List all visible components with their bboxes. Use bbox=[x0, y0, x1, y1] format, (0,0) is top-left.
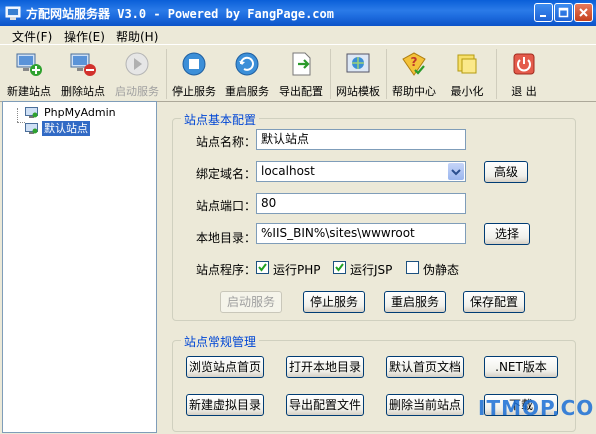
delete-current-site-button[interactable]: 删除当前站点 bbox=[386, 394, 464, 416]
dotnet-version-button[interactable]: .NET版本 bbox=[484, 356, 558, 378]
pseudo-static-label: 伪静态 bbox=[423, 263, 460, 277]
close-window-button[interactable] bbox=[574, 3, 593, 22]
tree-item-label: 默认站点 bbox=[42, 121, 90, 136]
tree-item-label: PhpMyAdmin bbox=[44, 106, 116, 119]
chevron-down-icon bbox=[451, 169, 461, 176]
new-virtual-dir-button[interactable]: 新建虚拟目录 bbox=[186, 394, 264, 416]
stop-icon bbox=[182, 52, 206, 76]
tool-label: 启动服务 bbox=[115, 85, 159, 98]
restart-service-form-button[interactable]: 重启服务 bbox=[384, 291, 446, 313]
export-icon bbox=[292, 52, 311, 76]
exit-icon bbox=[513, 53, 535, 75]
site-icon bbox=[25, 123, 38, 134]
export-config-button[interactable]: 导出配置 bbox=[274, 49, 328, 99]
menu-bar: 文件(F) 操作(E) 帮助(H) bbox=[0, 26, 596, 44]
domain-label: 绑定域名： bbox=[196, 167, 257, 181]
restart-service-button[interactable]: 重启服务 bbox=[220, 49, 274, 99]
check-icon bbox=[258, 263, 267, 272]
tool-label: 删除站点 bbox=[61, 85, 105, 98]
minimize-app-button[interactable]: 最小化 bbox=[440, 49, 494, 99]
browse-homepage-button[interactable]: 浏览站点首页 bbox=[186, 356, 264, 378]
exit-button[interactable]: 退 出 bbox=[496, 49, 551, 99]
minimize-window-button[interactable] bbox=[534, 3, 553, 22]
window-title: 方配网站服务器 V3.0 - Powered by FangPage.com bbox=[26, 7, 334, 21]
program-label: 站点程序： bbox=[196, 263, 257, 277]
tree-connector bbox=[17, 108, 18, 122]
dropdown-button[interactable] bbox=[448, 163, 464, 180]
svg-text:?: ? bbox=[411, 55, 418, 69]
stop-service-form-button[interactable]: 停止服务 bbox=[303, 291, 365, 313]
export-config-file-button[interactable]: 导出配置文件 bbox=[286, 394, 364, 416]
group-title: 站点常规管理 bbox=[181, 333, 260, 350]
start-service-button[interactable]: 启动服务 bbox=[110, 49, 164, 99]
site-tree[interactable]: PhpMyAdmin 默认站点 bbox=[2, 101, 157, 433]
tool-label: 网站模板 bbox=[336, 85, 380, 98]
run-php-label: 运行PHP bbox=[273, 263, 321, 277]
port-label: 站点端口： bbox=[196, 199, 257, 213]
template-icon bbox=[346, 53, 370, 73]
help-icon: ? bbox=[402, 52, 426, 76]
maximize-icon bbox=[558, 7, 569, 18]
menu-operation[interactable]: 操作(E) bbox=[64, 28, 105, 45]
play-icon bbox=[125, 52, 149, 76]
tree-connector bbox=[17, 122, 25, 123]
app-icon bbox=[5, 6, 21, 20]
restart-icon bbox=[235, 52, 259, 76]
close-icon bbox=[579, 8, 588, 17]
pseudo-static-checkbox[interactable] bbox=[406, 261, 419, 274]
maximize-window-button[interactable] bbox=[554, 3, 573, 22]
run-jsp-checkbox[interactable] bbox=[333, 261, 346, 274]
menu-help[interactable]: 帮助(H) bbox=[116, 28, 158, 45]
tool-label: 最小化 bbox=[450, 85, 484, 98]
toolbar: 新建站点 删除站点 启动服务 停止服务 重启服务 导出配置 网站模板 ? 帮助中… bbox=[0, 44, 596, 102]
new-site-icon bbox=[16, 53, 42, 76]
site-icon bbox=[25, 107, 38, 118]
help-center-button[interactable]: ? 帮助中心 bbox=[386, 49, 441, 99]
save-config-button[interactable]: 保存配置 bbox=[463, 291, 525, 313]
site-template-button[interactable]: 网站模板 bbox=[330, 49, 385, 99]
menu-file[interactable]: 文件(F) bbox=[12, 28, 52, 45]
delete-site-button[interactable]: 删除站点 bbox=[56, 49, 110, 99]
app-window: 方配网站服务器 V3.0 - Powered by FangPage.com 文… bbox=[0, 0, 596, 434]
new-site-button[interactable]: 新建站点 bbox=[2, 49, 56, 99]
dir-input[interactable]: %IIS_BIN%\sites\wwwroot bbox=[256, 223, 466, 244]
start-service-form-button[interactable]: 启动服务 bbox=[220, 291, 282, 313]
domain-combobox[interactable]: localhost bbox=[256, 161, 466, 182]
tool-label: 导出配置 bbox=[279, 85, 323, 98]
group-title: 站点基本配置 bbox=[181, 111, 260, 128]
dir-label: 本地目录： bbox=[196, 231, 257, 245]
check-icon bbox=[335, 263, 344, 272]
watermark: ITMOP.COM bbox=[478, 396, 596, 420]
default-doc-button[interactable]: 默认首页文档 bbox=[386, 356, 464, 378]
domain-value: localhost bbox=[261, 164, 315, 178]
site-name-label: 站点名称： bbox=[196, 135, 257, 149]
stop-service-button[interactable]: 停止服务 bbox=[166, 49, 221, 99]
run-php-checkbox[interactable] bbox=[256, 261, 269, 274]
minimize-icon bbox=[540, 15, 546, 17]
advanced-button[interactable]: 高级 bbox=[484, 161, 528, 183]
tool-label: 停止服务 bbox=[172, 85, 216, 98]
minimize-icon bbox=[457, 54, 477, 74]
tool-label: 新建站点 bbox=[7, 85, 51, 98]
title-bar[interactable]: 方配网站服务器 V3.0 - Powered by FangPage.com bbox=[0, 0, 596, 26]
tool-label: 帮助中心 bbox=[392, 85, 436, 98]
tool-label: 重启服务 bbox=[225, 85, 269, 98]
browse-button[interactable]: 选择 bbox=[484, 223, 530, 245]
delete-site-icon bbox=[70, 53, 96, 76]
site-name-input[interactable]: 默认站点 bbox=[256, 129, 466, 150]
tool-label: 退 出 bbox=[511, 85, 537, 98]
port-input[interactable]: 80 bbox=[256, 193, 466, 214]
open-local-dir-button[interactable]: 打开本地目录 bbox=[286, 356, 364, 378]
run-jsp-label: 运行JSP bbox=[350, 263, 393, 277]
